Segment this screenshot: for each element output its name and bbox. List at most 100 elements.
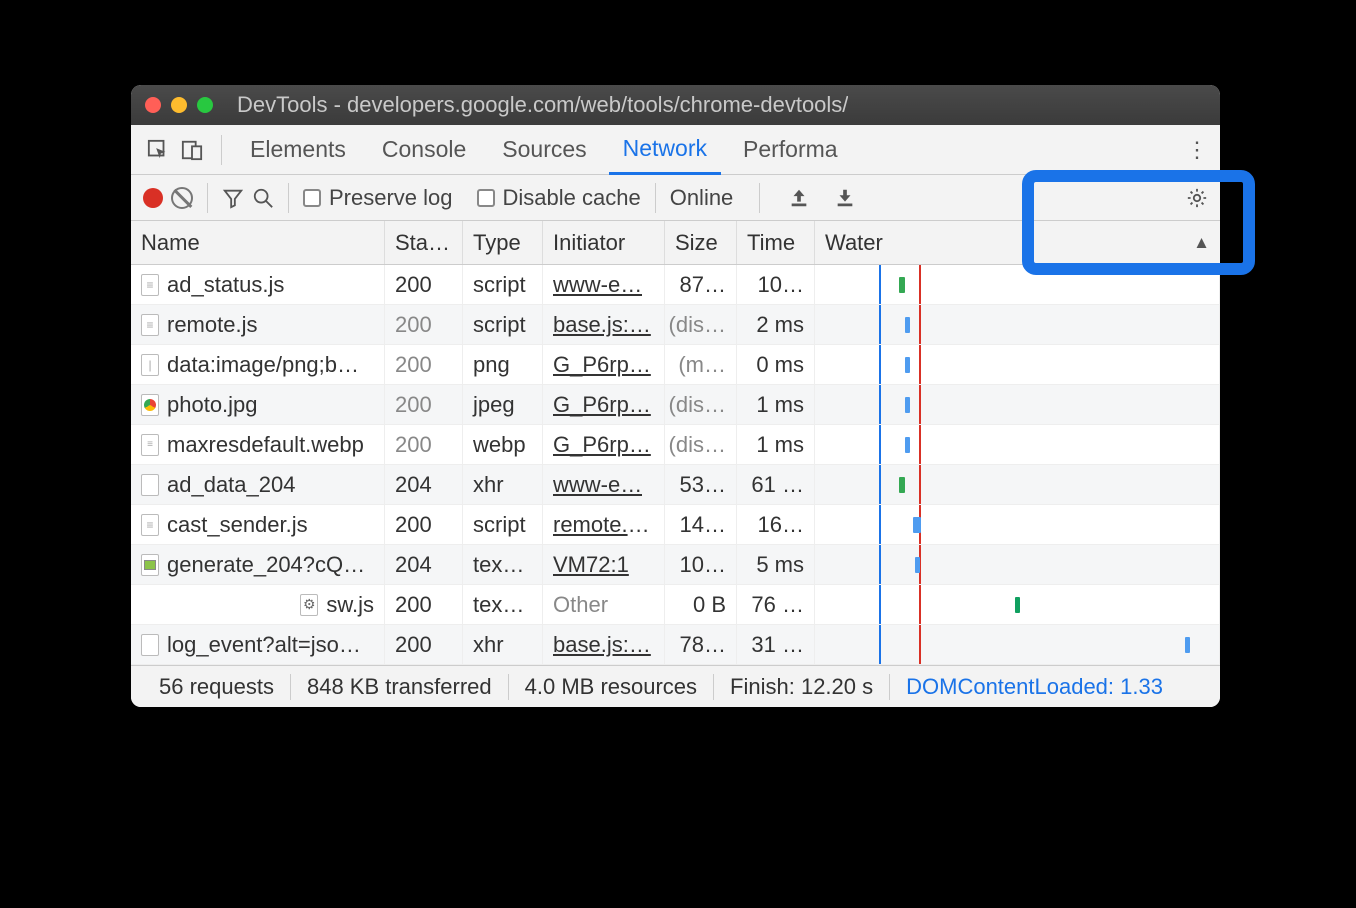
sort-indicator-icon: ▲ [1193, 233, 1210, 253]
table-row[interactable]: cast_sender.js200scriptremote.j…14…16… [131, 505, 1220, 545]
cell-size: (dis… [665, 305, 737, 344]
column-name[interactable]: Name [131, 221, 385, 264]
column-waterfall-label: Water [825, 230, 883, 256]
table-row[interactable]: maxresdefault.webp200webpG_P6rp…(dis…1 m… [131, 425, 1220, 465]
table-row[interactable]: remote.js200scriptbase.js:…(dis…2 ms [131, 305, 1220, 345]
initiator-link[interactable]: G_P6rp… [553, 432, 651, 458]
file-type-icon [141, 314, 159, 336]
initiator-link[interactable]: G_P6rp… [553, 352, 651, 378]
initiator-link[interactable]: base.js:… [553, 632, 651, 658]
domcontentloaded-marker [879, 385, 881, 424]
domcontentloaded-marker [879, 545, 881, 584]
download-icon[interactable] [834, 187, 856, 209]
domcontentloaded-marker [879, 265, 881, 304]
separator [221, 135, 222, 165]
load-marker [919, 305, 921, 344]
network-status-bar: 56 requests 848 KB transferred 4.0 MB re… [131, 665, 1220, 707]
device-toggle-icon[interactable] [181, 139, 203, 161]
status-finish: Finish: 12.20 s [714, 674, 890, 700]
cell-type: png [463, 345, 543, 384]
load-marker [919, 585, 921, 624]
cell-type: tex… [463, 545, 543, 584]
network-table-header: Name Sta… Type Initiator Size Time Water… [131, 221, 1220, 265]
initiator-link[interactable]: base.js:… [553, 312, 651, 338]
initiator-link[interactable]: VM72:1 [553, 552, 629, 578]
initiator-link[interactable]: remote.j… [553, 512, 654, 538]
cell-name: photo.jpg [131, 385, 385, 424]
timing-bar [1015, 597, 1020, 613]
window-title: DevTools - developers.google.com/web/too… [237, 92, 848, 118]
cell-initiator: base.js:… [543, 625, 665, 664]
tab-network[interactable]: Network [609, 125, 721, 175]
more-tabs-button[interactable]: ⋮ [1186, 137, 1208, 163]
timing-bar [899, 477, 905, 493]
column-waterfall[interactable]: Water ▲ [815, 221, 1220, 264]
upload-icon[interactable] [788, 187, 810, 209]
tab-sources[interactable]: Sources [488, 125, 600, 175]
preserve-log-checkbox[interactable] [303, 189, 321, 207]
network-toolbar: Preserve log Disable cache Online [131, 175, 1220, 221]
filter-icon[interactable] [222, 187, 244, 209]
record-button[interactable] [143, 188, 163, 208]
table-row[interactable]: photo.jpg200jpegG_P6rp…(dis…1 ms [131, 385, 1220, 425]
timing-bar [905, 357, 910, 373]
cell-time: 10… [737, 265, 815, 304]
column-initiator[interactable]: Initiator [543, 221, 665, 264]
table-row[interactable]: generate_204?cQ…204tex…VM72:110…5 ms [131, 545, 1220, 585]
initiator-link[interactable]: www-e… [553, 272, 642, 298]
cell-type: script [463, 305, 543, 344]
disable-cache-label: Disable cache [503, 185, 641, 211]
cell-time: 76 … [737, 585, 815, 624]
cell-status: 200 [385, 505, 463, 544]
file-name: remote.js [167, 312, 257, 338]
cell-initiator: VM72:1 [543, 545, 665, 584]
cell-type: webp [463, 425, 543, 464]
table-row[interactable]: log_event?alt=jso…200xhrbase.js:…78…31 … [131, 625, 1220, 665]
har-import-export [774, 187, 870, 209]
initiator-link[interactable]: G_P6rp… [553, 392, 651, 418]
file-type-icon [300, 594, 318, 616]
disable-cache-checkbox[interactable] [477, 189, 495, 207]
cell-status: 200 [385, 345, 463, 384]
close-window-button[interactable] [145, 97, 161, 113]
load-marker [919, 625, 921, 664]
table-row[interactable]: ad_data_204204xhrwww-e…53…61 … [131, 465, 1220, 505]
domcontentloaded-marker [879, 505, 881, 544]
file-name: log_event?alt=jso… [167, 632, 361, 658]
tab-elements[interactable]: Elements [236, 125, 360, 175]
cell-status: 200 [385, 585, 463, 624]
settings-icon[interactable] [1186, 187, 1208, 209]
cell-type: tex… [463, 585, 543, 624]
file-name: ad_status.js [167, 272, 284, 298]
tab-performance[interactable]: Performa [729, 125, 852, 175]
inspect-element-icon[interactable] [147, 139, 169, 161]
file-type-icon [141, 554, 159, 576]
table-row[interactable]: sw.js200tex…Other0 B76 … [131, 585, 1220, 625]
cell-time: 5 ms [737, 545, 815, 584]
cell-initiator: www-e… [543, 265, 665, 304]
domcontentloaded-marker [879, 425, 881, 464]
column-type[interactable]: Type [463, 221, 543, 264]
table-row[interactable]: ad_status.js200scriptwww-e…87…10… [131, 265, 1220, 305]
cell-status: 200 [385, 385, 463, 424]
clear-button[interactable] [171, 187, 193, 209]
table-row[interactable]: data:image/png;b…200pngG_P6rp…(m…0 ms [131, 345, 1220, 385]
file-type-icon [141, 274, 159, 296]
throttling-select[interactable]: Online [670, 185, 734, 211]
search-icon[interactable] [252, 187, 274, 209]
column-status[interactable]: Sta… [385, 221, 463, 264]
cell-name: data:image/png;b… [131, 345, 385, 384]
initiator-link[interactable]: www-e… [553, 472, 642, 498]
column-time[interactable]: Time [737, 221, 815, 264]
separator [207, 183, 208, 213]
minimize-window-button[interactable] [171, 97, 187, 113]
cell-size: 0 B [665, 585, 737, 624]
cell-waterfall [815, 385, 1220, 424]
maximize-window-button[interactable] [197, 97, 213, 113]
file-name: maxresdefault.webp [167, 432, 364, 458]
cell-waterfall [815, 345, 1220, 384]
file-type-icon [141, 634, 159, 656]
cell-size: 78… [665, 625, 737, 664]
tab-console[interactable]: Console [368, 125, 480, 175]
column-size[interactable]: Size [665, 221, 737, 264]
